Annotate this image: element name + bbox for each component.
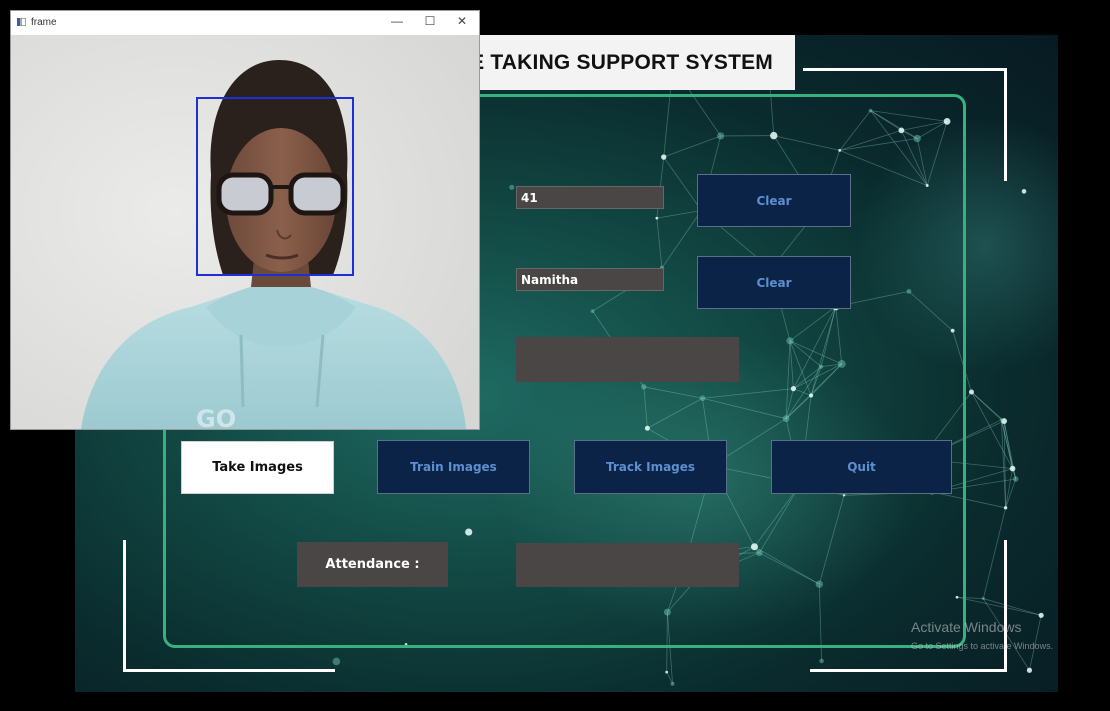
activation-watermark-title: Activate Windows bbox=[911, 619, 1022, 635]
frame-titlebar[interactable]: frame — ☐ ✕ bbox=[11, 11, 479, 35]
quit-button[interactable]: Quit bbox=[771, 440, 952, 494]
id-input[interactable] bbox=[516, 186, 664, 209]
camera-frame-window[interactable]: frame — ☐ ✕ GO bbox=[11, 11, 479, 429]
take-images-button[interactable]: Take Images bbox=[181, 441, 334, 494]
clear-id-button[interactable]: Clear bbox=[697, 174, 851, 227]
camera-feed: GO bbox=[11, 35, 479, 429]
maximize-button[interactable]: ☐ bbox=[420, 14, 440, 30]
decor-line-top bbox=[803, 68, 981, 71]
close-button[interactable]: ✕ bbox=[452, 14, 472, 30]
track-images-button[interactable]: Track Images bbox=[574, 440, 727, 494]
attendance-label: Attendance : bbox=[297, 542, 448, 587]
clear-name-button[interactable]: Clear bbox=[697, 256, 851, 309]
screen: ICE TAKING SUPPORT SYSTEM Clear Clear Ta… bbox=[0, 0, 1110, 711]
frame-window-title: frame bbox=[31, 17, 57, 28]
decor-line-bottom-left-h bbox=[123, 669, 335, 672]
notification-box bbox=[516, 337, 739, 382]
decor-line-bottom-left-v bbox=[123, 540, 126, 672]
window-app-icon bbox=[17, 18, 26, 26]
decor-line-top-corner-v bbox=[1004, 68, 1007, 181]
train-images-button[interactable]: Train Images bbox=[377, 440, 530, 494]
svg-text:GO: GO bbox=[196, 405, 236, 429]
decor-line-bottom-right-h bbox=[810, 669, 1007, 672]
decor-line-bottom-right-v bbox=[1004, 540, 1007, 672]
activation-watermark-subtitle: Go to Settings to activate Windows. bbox=[911, 641, 1054, 651]
face-detection-box bbox=[196, 97, 354, 276]
minimize-button[interactable]: — bbox=[387, 14, 407, 30]
attendance-output bbox=[516, 543, 739, 587]
name-input[interactable] bbox=[516, 268, 664, 291]
